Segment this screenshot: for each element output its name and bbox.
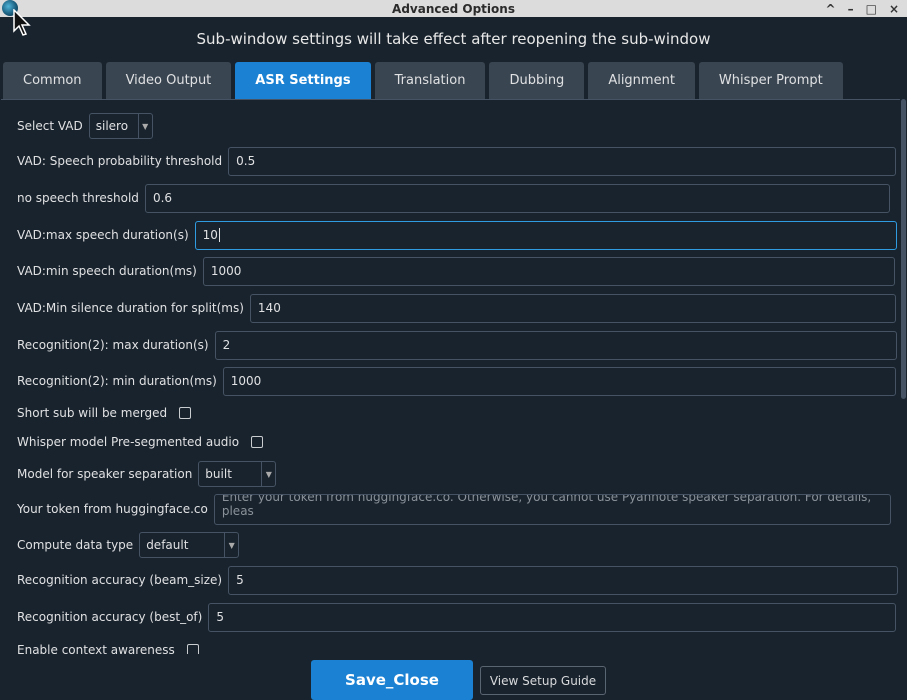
text-caret: [218, 228, 220, 242]
speech-prob-input[interactable]: 0.5: [228, 146, 897, 176]
max-speech-row: VAD:max speech duration(s) 10: [17, 220, 897, 250]
compute-type-combo[interactable]: default ▼: [139, 532, 240, 558]
context-label: Enable context awareness: [17, 643, 175, 654]
beam-size-input[interactable]: 5: [228, 565, 899, 595]
vertical-scrollbar[interactable]: [900, 99, 907, 654]
beam-size-label: Recognition accuracy (beam_size): [17, 573, 223, 587]
best-of-label: Recognition accuracy (best_of): [17, 610, 203, 624]
min-speech-row: VAD:min speech duration(ms) 1000: [17, 256, 895, 286]
rec2-max-row: Recognition(2): max duration(s) 2: [17, 330, 897, 360]
hf-token-placeholder: Enter your token from huggingface.co. Ot…: [221, 493, 872, 518]
tab-alignment[interactable]: Alignment: [588, 62, 695, 99]
select-vad-label: Select VAD: [17, 119, 83, 133]
select-vad-row: Select VAD silero ▼: [17, 111, 153, 141]
max-speech-label: VAD:max speech duration(s): [17, 228, 189, 242]
speech-prob-row: VAD: Speech probability threshold 0.5: [17, 146, 897, 176]
no-speech-input[interactable]: 0.6: [144, 183, 890, 213]
no-speech-label: no speech threshold: [17, 191, 139, 205]
compute-type-row: Compute data type default ▼: [17, 530, 240, 560]
close-icon[interactable]: ×: [889, 2, 899, 16]
hf-token-textarea[interactable]: Enter your token from huggingface.co. Ot…: [213, 493, 891, 525]
min-silence-row: VAD:Min silence duration for split(ms) 1…: [17, 293, 896, 323]
tab-bar: Common Video Output ASR Settings Transla…: [3, 62, 843, 99]
short-merge-checkbox[interactable]: [179, 407, 192, 419]
restore-icon[interactable]: –: [848, 2, 854, 16]
rec2-max-label: Recognition(2): max duration(s): [17, 338, 209, 352]
rec2-min-input[interactable]: 1000: [222, 366, 896, 396]
compute-type-value: default: [146, 538, 189, 552]
rec2-max-input[interactable]: 2: [214, 330, 897, 360]
presegment-checkbox[interactable]: [251, 436, 264, 448]
presegment-row: Whisper model Pre-segmented audio: [17, 427, 264, 457]
min-silence-input[interactable]: 140: [249, 293, 896, 323]
tab-asr-settings[interactable]: ASR Settings: [235, 62, 371, 99]
best-of-row: Recognition accuracy (best_of) 5: [17, 602, 897, 632]
select-vad-value: silero: [95, 119, 129, 133]
maximize-icon[interactable]: □: [866, 2, 877, 16]
speech-prob-label: VAD: Speech probability threshold: [17, 154, 223, 168]
window-controls: ^ – □ ×: [826, 0, 899, 17]
tab-video-output[interactable]: Video Output: [105, 62, 232, 99]
hf-token-label: Your token from huggingface.co: [17, 502, 208, 516]
tab-whisper-prompt[interactable]: Whisper Prompt: [698, 62, 843, 99]
min-speech-label: VAD:min speech duration(ms): [17, 264, 197, 278]
speaker-model-label: Model for speaker separation: [17, 467, 193, 481]
save-close-button[interactable]: Save_Close: [311, 660, 473, 700]
no-speech-row: no speech threshold 0.6: [17, 183, 890, 213]
tab-translation[interactable]: Translation: [374, 62, 486, 99]
title-bar: Advanced Options ^ – □ ×: [0, 0, 907, 17]
tab-dubbing[interactable]: Dubbing: [489, 62, 585, 99]
rec2-min-row: Recognition(2): min duration(ms) 1000: [17, 366, 896, 396]
min-silence-label: VAD:Min silence duration for split(ms): [17, 301, 244, 315]
chevron-down-icon: ▼: [137, 114, 152, 138]
asr-settings-panel: Select VAD silero ▼ VAD: Speech probabil…: [1, 99, 907, 654]
speaker-model-combo[interactable]: built ▼: [198, 461, 277, 487]
chevron-down-icon: ▼: [224, 533, 238, 557]
max-speech-input[interactable]: 10: [194, 220, 897, 250]
short-merge-row: Short sub will be merged: [17, 398, 192, 428]
tab-common[interactable]: Common: [3, 62, 102, 99]
compute-type-label: Compute data type: [17, 538, 134, 552]
hf-token-row: Your token from huggingface.co Enter you…: [17, 493, 891, 525]
beam-size-row: Recognition accuracy (beam_size) 5: [17, 565, 899, 595]
min-speech-input[interactable]: 1000: [202, 256, 895, 286]
short-merge-label: Short sub will be merged: [17, 406, 168, 420]
context-checkbox[interactable]: [186, 644, 199, 654]
context-row: Enable context awareness: [17, 635, 199, 654]
scrollbar-thumb[interactable]: [901, 99, 906, 399]
best-of-input[interactable]: 5: [208, 602, 897, 632]
reopen-notice: Sub-window settings will take effect aft…: [196, 30, 711, 48]
max-speech-value: 10: [202, 228, 218, 242]
view-setup-guide-button[interactable]: View Setup Guide: [480, 666, 606, 695]
speaker-model-row: Model for speaker separation built ▼: [17, 459, 277, 489]
window-title: Advanced Options: [392, 1, 515, 16]
speaker-model-value: built: [205, 467, 232, 481]
chevron-down-icon: ▼: [261, 462, 275, 486]
rec2-min-label: Recognition(2): min duration(ms): [17, 374, 217, 388]
presegment-label: Whisper model Pre-segmented audio: [17, 435, 240, 449]
select-vad-combo[interactable]: silero ▼: [88, 113, 153, 139]
minimize-icon[interactable]: ^: [826, 2, 836, 16]
